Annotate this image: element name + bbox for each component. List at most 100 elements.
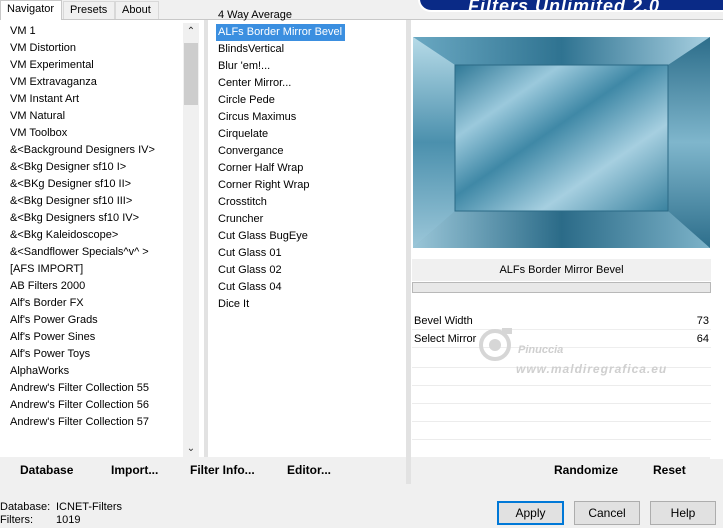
list-item[interactable]: Center Mirror... bbox=[216, 75, 396, 92]
params-title: ALFs Border Mirror Bevel bbox=[412, 259, 711, 281]
list-item[interactable]: Blur 'em!... bbox=[216, 58, 396, 75]
status-filters: Filters: 1019 bbox=[0, 514, 130, 528]
scrollbar-thumb[interactable] bbox=[184, 43, 198, 105]
preview-graphic bbox=[413, 37, 710, 248]
list-item-label: 4 Way Average bbox=[218, 9, 292, 21]
list-item-label: Center Mirror... bbox=[218, 77, 292, 89]
list-item[interactable]: Cut Glass 02 bbox=[216, 262, 396, 279]
cancel-button[interactable]: Cancel bbox=[574, 501, 640, 525]
list-item-label: &<BKg Designer sf10 II> bbox=[10, 178, 132, 190]
list-item-label: Cruncher bbox=[218, 213, 264, 225]
list-item-label: VM Experimental bbox=[10, 59, 94, 71]
list-item[interactable]: AB Filters 2000 bbox=[8, 278, 183, 295]
list-item-label: Alf's Power Sines bbox=[10, 331, 96, 343]
list-item[interactable]: Convergance bbox=[216, 143, 396, 160]
list-item[interactable]: Cirquelate bbox=[216, 126, 396, 143]
category-list[interactable]: VM 1 VM Distortion VM Experimental VM Extra… bbox=[8, 23, 183, 458]
list-item-label: Andrew's Filter Collection 55 bbox=[10, 382, 150, 394]
list-item[interactable]: &<Bkg Designers sf10 IV> bbox=[8, 210, 183, 227]
list-item[interactable]: Alf's Power Sines bbox=[8, 329, 183, 346]
list-item-label: AB Filters 2000 bbox=[10, 280, 86, 292]
list-item[interactable]: Alf's Power Toys bbox=[8, 346, 183, 363]
list-item-label: Cut Glass 04 bbox=[218, 281, 282, 293]
editor-button[interactable]: Editor... bbox=[287, 463, 331, 477]
apply-button[interactable]: Apply bbox=[497, 501, 564, 525]
list-item[interactable]: [AFS IMPORT] bbox=[8, 261, 183, 278]
list-item[interactable]: VM 1 bbox=[8, 23, 183, 40]
param-value[interactable]: 64 bbox=[697, 331, 709, 348]
param-label: Bevel Width bbox=[414, 315, 473, 327]
list-item-label: Dice It bbox=[218, 298, 250, 310]
list-item[interactable]: &<Bkg Designer sf10 III> bbox=[8, 193, 183, 210]
list-item-label: Cut Glass 01 bbox=[218, 247, 282, 259]
list-item[interactable]: VM Toolbox bbox=[8, 125, 183, 142]
list-item[interactable]: Circus Maximus bbox=[216, 109, 396, 126]
divider-left bbox=[204, 20, 208, 457]
list-item-label: VM Instant Art bbox=[10, 93, 80, 105]
list-item-label: &<Bkg Designers sf10 IV> bbox=[10, 212, 140, 224]
list-item-label: Andrew's Filter Collection 56 bbox=[10, 399, 150, 411]
param-row-empty bbox=[412, 385, 711, 386]
list-item[interactable]: Dice It bbox=[216, 296, 396, 313]
watermark: Pinuccia www.maldiregrafica.eu bbox=[470, 322, 690, 382]
list-item-label: Andrew's Filter Collection 57 bbox=[10, 416, 150, 428]
list-item[interactable]: VM Distortion bbox=[8, 40, 183, 57]
list-item[interactable]: Circle Pede bbox=[216, 92, 396, 109]
list-item[interactable]: Alf's Border FX bbox=[8, 295, 183, 312]
filter-list[interactable]: 4 Way Average ALFs Border Mirror Bevel Bli… bbox=[216, 7, 396, 442]
list-item[interactable]: Cut Glass 04 bbox=[216, 279, 396, 296]
tab-presets[interactable]: Presets bbox=[63, 1, 115, 19]
category-scrollbar[interactable]: ⌃ ⌄ bbox=[183, 23, 199, 457]
list-item[interactable]: Cut Glass BugEye bbox=[216, 228, 396, 245]
list-item[interactable]: VM Experimental bbox=[8, 57, 183, 74]
chevron-down-icon[interactable]: ⌄ bbox=[183, 440, 199, 457]
list-item[interactable]: &<Bkg Designer sf10 I> bbox=[8, 159, 183, 176]
preview-image bbox=[413, 37, 710, 248]
list-item[interactable]: Crosstitch bbox=[216, 194, 396, 211]
tab-about[interactable]: About bbox=[115, 1, 159, 19]
list-item-label: Corner Right Wrap bbox=[218, 179, 310, 191]
list-item-label: [AFS IMPORT] bbox=[10, 263, 84, 275]
list-item[interactable]: &<Sandflower Specials^v^ > bbox=[8, 244, 183, 261]
list-item[interactable]: VM Natural bbox=[8, 108, 183, 125]
list-item[interactable]: Corner Right Wrap bbox=[216, 177, 396, 194]
database-button[interactable]: Database bbox=[20, 463, 73, 477]
status-database: Database: ICNET-Filters bbox=[0, 501, 130, 515]
chevron-up-icon[interactable]: ⌃ bbox=[183, 23, 199, 40]
filter-info-button[interactable]: Filter Info... bbox=[190, 463, 255, 477]
list-item[interactable]: Alf's Power Grads bbox=[8, 312, 183, 329]
param-row-empty bbox=[412, 439, 711, 440]
list-item[interactable]: Andrew's Filter Collection 56 bbox=[8, 397, 183, 414]
list-item[interactable]: Cut Glass 01 bbox=[216, 245, 396, 262]
list-item[interactable]: Andrew's Filter Collection 57 bbox=[8, 414, 183, 431]
reset-button[interactable]: Reset bbox=[653, 463, 686, 477]
param-value[interactable]: 73 bbox=[697, 313, 709, 330]
list-item[interactable]: Corner Half Wrap bbox=[216, 160, 396, 177]
randomize-button[interactable]: Randomize bbox=[554, 463, 618, 477]
list-item[interactable]: VM Extravaganza bbox=[8, 74, 183, 91]
param-row-empty bbox=[412, 421, 711, 422]
import-button[interactable]: Import... bbox=[111, 463, 158, 477]
list-item[interactable]: VM Instant Art bbox=[8, 91, 183, 108]
list-item[interactable]: &<Background Designers IV> bbox=[8, 142, 183, 159]
divider-right bbox=[406, 20, 411, 484]
list-item-label: Convergance bbox=[218, 145, 284, 157]
list-item-label: VM Distortion bbox=[10, 42, 77, 54]
watermark-url: www.maldiregrafica.eu bbox=[516, 362, 668, 376]
list-item[interactable]: Andrew's Filter Collection 55 bbox=[8, 380, 183, 397]
list-item-label: &<Bkg Kaleidoscope> bbox=[10, 229, 119, 241]
list-item[interactable]: Cruncher bbox=[216, 211, 396, 228]
camera-logo-icon bbox=[479, 328, 512, 361]
list-item-label: ALFs Border Mirror Bevel bbox=[216, 24, 346, 41]
help-button[interactable]: Help bbox=[650, 501, 716, 525]
param-label: Select Mirror bbox=[414, 333, 477, 345]
app-banner: Filters Unlimited 2.0 bbox=[418, 0, 723, 16]
list-item-label: &<Bkg Designer sf10 III> bbox=[10, 195, 133, 207]
list-item[interactable]: 4 Way Average bbox=[216, 7, 396, 24]
list-item[interactable]: BlindsVertical bbox=[216, 41, 396, 58]
tab-navigator[interactable]: Navigator bbox=[0, 0, 62, 20]
list-item[interactable]: AlphaWorks bbox=[8, 363, 183, 380]
list-item[interactable]: &<BKg Designer sf10 II> bbox=[8, 176, 183, 193]
list-item[interactable]: ALFs Border Mirror Bevel bbox=[216, 24, 396, 41]
list-item[interactable]: &<Bkg Kaleidoscope> bbox=[8, 227, 183, 244]
